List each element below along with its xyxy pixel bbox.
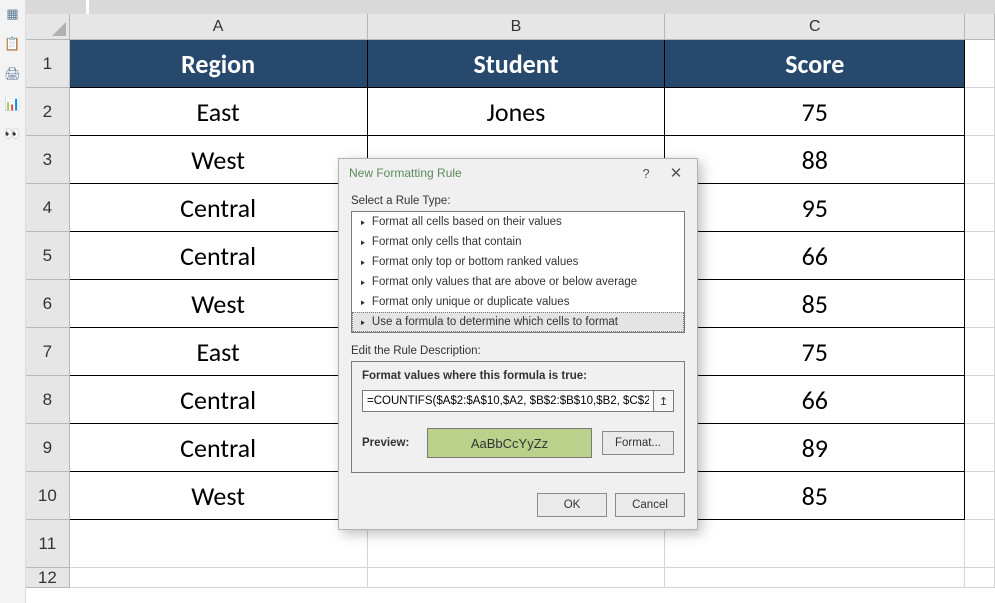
strip-icon[interactable]: 🖨 xyxy=(4,66,21,82)
edit-description-box: Format values where this formula is true… xyxy=(351,361,685,473)
cell-A7[interactable]: East xyxy=(70,328,368,376)
cell-A9[interactable]: Central xyxy=(70,424,368,472)
row-header[interactable]: 7 xyxy=(26,328,70,376)
rule-type-item[interactable]: Format only cells that contain xyxy=(352,232,684,252)
format-button[interactable]: Format... xyxy=(602,431,674,455)
close-icon[interactable]: ✕ xyxy=(661,162,691,184)
cell-C12[interactable] xyxy=(665,568,965,588)
cell-A3[interactable]: West xyxy=(70,136,368,184)
rule-type-item-selected[interactable]: Use a formula to determine which cells t… xyxy=(352,312,684,332)
rule-type-item[interactable]: Format only values that are above or bel… xyxy=(352,272,684,292)
formula-label: Format values where this formula is true… xyxy=(362,370,674,382)
cell-B1[interactable]: Student xyxy=(368,40,666,88)
cell-A1[interactable]: Region xyxy=(70,40,368,88)
row-header[interactable]: 6 xyxy=(26,280,70,328)
ok-button[interactable]: OK xyxy=(537,493,607,517)
column-header-row: A B C xyxy=(26,14,995,40)
row-header[interactable]: 1 xyxy=(26,40,70,88)
cell-D10[interactable] xyxy=(965,472,995,520)
row-header[interactable]: 4 xyxy=(26,184,70,232)
left-toolstrip: ▦ 📋 🖨 📊 👀 xyxy=(0,0,26,603)
cell-C3[interactable]: 88 xyxy=(665,136,965,184)
help-icon[interactable]: ? xyxy=(631,162,661,184)
cell-C7[interactable]: 75 xyxy=(665,328,965,376)
rule-type-item[interactable]: Format only unique or duplicate values xyxy=(352,292,684,312)
row-header[interactable]: 8 xyxy=(26,376,70,424)
cell-C10[interactable]: 85 xyxy=(665,472,965,520)
cell-C4[interactable]: 95 xyxy=(665,184,965,232)
row-header[interactable]: 11 xyxy=(26,520,70,568)
table-row: 12 xyxy=(26,568,995,588)
column-header-C[interactable]: C xyxy=(665,14,965,40)
cell-D5[interactable] xyxy=(965,232,995,280)
cell-C1[interactable]: Score xyxy=(665,40,965,88)
strip-icon[interactable]: 👀 xyxy=(4,126,20,142)
cell-B12[interactable] xyxy=(368,568,666,588)
cell-C8[interactable]: 66 xyxy=(665,376,965,424)
cell-A11[interactable] xyxy=(70,520,368,568)
row-header[interactable]: 10 xyxy=(26,472,70,520)
column-header-B[interactable]: B xyxy=(368,14,666,40)
cancel-button[interactable]: Cancel xyxy=(615,493,685,517)
collapse-dialog-icon[interactable]: ↥ xyxy=(654,390,674,412)
strip-icon[interactable]: 📋 xyxy=(4,36,20,52)
cell-C9[interactable]: 89 xyxy=(665,424,965,472)
rule-type-item[interactable]: Format all cells based on their values xyxy=(352,212,684,232)
cell-D1[interactable] xyxy=(965,40,995,88)
top-bar xyxy=(26,0,995,14)
cell-D7[interactable] xyxy=(965,328,995,376)
rule-type-item[interactable]: Format only top or bottom ranked values xyxy=(352,252,684,272)
cell-C2[interactable]: 75 xyxy=(665,88,965,136)
cell-A12[interactable] xyxy=(70,568,368,588)
new-formatting-rule-dialog: New Formatting Rule ? ✕ Select a Rule Ty… xyxy=(338,158,698,530)
row-header[interactable]: 12 xyxy=(26,568,70,588)
select-all-corner[interactable] xyxy=(26,14,70,40)
select-rule-type-label: Select a Rule Type: xyxy=(351,195,685,207)
edit-description-label: Edit the Rule Description: xyxy=(351,345,685,357)
cell-D6[interactable] xyxy=(965,280,995,328)
cell-A6[interactable]: West xyxy=(70,280,368,328)
dialog-titlebar[interactable]: New Formatting Rule ? ✕ xyxy=(339,159,697,187)
table-row: 1 Region Student Score xyxy=(26,40,995,88)
cell-C5[interactable]: 66 xyxy=(665,232,965,280)
row-header[interactable]: 5 xyxy=(26,232,70,280)
cell-B2[interactable]: Jones xyxy=(368,88,666,136)
cell-D4[interactable] xyxy=(965,184,995,232)
cell-A8[interactable]: Central xyxy=(70,376,368,424)
cell-D11[interactable] xyxy=(965,520,995,568)
dialog-title: New Formatting Rule xyxy=(349,166,631,180)
cell-A4[interactable]: Central xyxy=(70,184,368,232)
strip-icon[interactable]: 📊 xyxy=(4,96,20,112)
cell-D3[interactable] xyxy=(965,136,995,184)
strip-icon[interactable]: ▦ xyxy=(6,6,18,22)
cell-D2[interactable] xyxy=(965,88,995,136)
row-header[interactable]: 9 xyxy=(26,424,70,472)
cell-D12[interactable] xyxy=(965,568,995,588)
row-header[interactable]: 2 xyxy=(26,88,70,136)
column-header-D[interactable] xyxy=(965,14,995,40)
column-header-A[interactable]: A xyxy=(70,14,368,40)
cell-D9[interactable] xyxy=(965,424,995,472)
cell-C6[interactable]: 85 xyxy=(665,280,965,328)
row-header[interactable]: 3 xyxy=(26,136,70,184)
cell-A10[interactable]: West xyxy=(70,472,368,520)
preview-label: Preview: xyxy=(362,437,417,449)
cell-D8[interactable] xyxy=(965,376,995,424)
cell-A2[interactable]: East xyxy=(70,88,368,136)
rule-type-list: Format all cells based on their values F… xyxy=(351,211,685,333)
cell-A5[interactable]: Central xyxy=(70,232,368,280)
cell-C11[interactable] xyxy=(665,520,965,568)
preview-swatch: AaBbCcYyZz xyxy=(427,428,592,458)
formula-input[interactable] xyxy=(362,390,654,412)
table-row: 2 East Jones 75 xyxy=(26,88,995,136)
